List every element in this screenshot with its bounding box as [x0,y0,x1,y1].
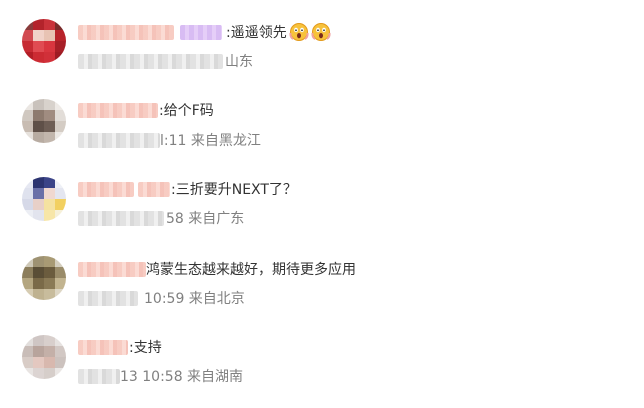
comment-text: :三折要升NEXT了？ [171,182,297,198]
avatar[interactable] [22,19,66,63]
avatar[interactable] [22,99,66,143]
comment-meta: 58 来自广东 [166,211,245,227]
comment-text: :遥遥领先 [226,25,287,41]
username-redacted[interactable] [78,181,134,197]
username-redacted[interactable] [78,339,128,355]
username-redacted[interactable] [138,181,170,197]
comment-meta: l:11 来自黑龙江 [160,133,261,149]
username-redacted[interactable] [78,24,174,40]
comment-item: :三折要升NEXT了？ 58 来自广东 [0,168,644,238]
username-redacted[interactable] [180,24,222,40]
comment-text: :给个F码 [159,103,214,119]
comment-meta: 10:59 来自北京 [144,291,245,307]
avatar[interactable] [22,177,66,221]
comment-item: :遥遥领先 山东 [0,10,644,80]
timestamp-redacted [78,368,120,384]
username-redacted[interactable] [78,261,146,277]
comment-item: 鸿蒙生态越来越好，期待更多应用 10:59 来自北京 [0,247,644,317]
comment-text: :支持 [129,340,162,356]
timestamp-redacted [78,290,138,306]
timestamp-redacted [78,210,164,226]
comment-meta: 山东 [225,54,253,70]
username-redacted[interactable] [78,102,158,118]
comment-meta: 13 10:58 来自湖南 [120,369,244,385]
avatar[interactable] [22,256,66,300]
scream-emoji-icon [311,23,331,41]
timestamp-redacted [78,53,223,69]
scream-emoji-icon [289,23,309,41]
comment-text: 鸿蒙生态越来越好，期待更多应用 [146,262,356,278]
comment-item: :支持 13 10:58 来自湖南 [0,326,644,396]
avatar[interactable] [22,335,66,379]
comment-item: :给个F码 l:11 来自黑龙江 [0,90,644,160]
timestamp-redacted [78,132,160,148]
